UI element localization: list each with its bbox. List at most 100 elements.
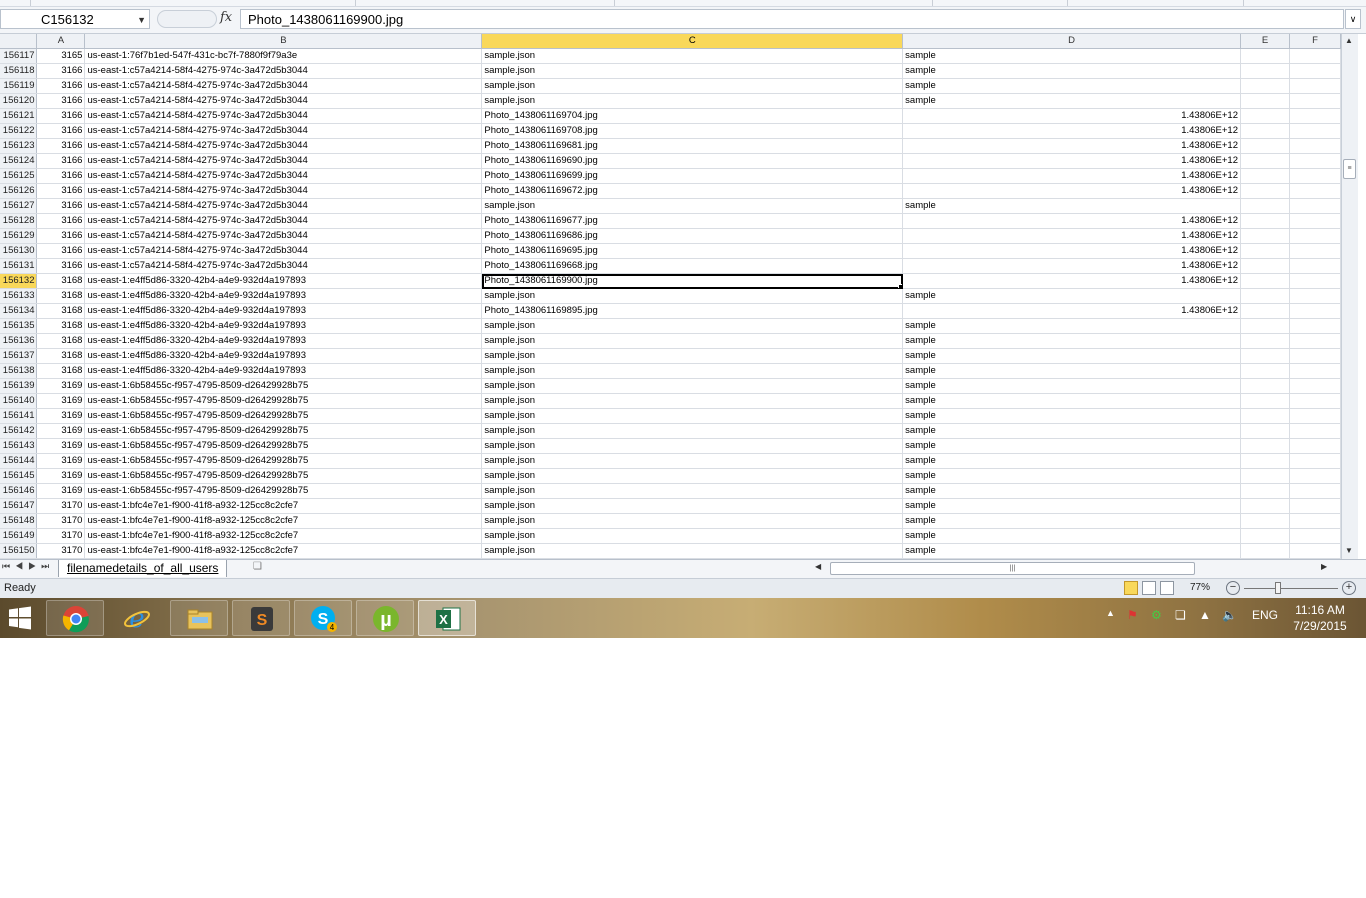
cell-c[interactable]: sample.json xyxy=(481,363,904,379)
cell-d[interactable]: sample xyxy=(902,528,1241,544)
cell-c[interactable]: Photo_1438061169677.jpg xyxy=(481,213,904,229)
cell-f[interactable] xyxy=(1289,198,1341,214)
cell-f[interactable] xyxy=(1289,258,1341,274)
column-header-c[interactable]: C xyxy=(481,34,904,49)
scroll-right-icon[interactable]: ▶ xyxy=(1321,562,1327,571)
cell-d[interactable]: sample xyxy=(902,93,1241,109)
cell-e[interactable] xyxy=(1240,48,1290,64)
row-header[interactable]: 156150 xyxy=(0,543,38,559)
cell-e[interactable] xyxy=(1240,423,1290,439)
row-header[interactable]: 156134 xyxy=(0,303,38,319)
cell-a[interactable]: 3170 xyxy=(36,513,86,529)
cell-a[interactable]: 3166 xyxy=(36,78,86,94)
cell-f[interactable] xyxy=(1289,363,1341,379)
fill-handle[interactable] xyxy=(898,284,902,288)
cell-b[interactable]: us-east-1:6b58455c-f957-4795-8509-d26429… xyxy=(84,423,483,439)
scroll-up-icon[interactable]: ▲ xyxy=(1345,36,1353,45)
cell-a[interactable]: 3166 xyxy=(36,198,86,214)
cell-d[interactable]: 1.43806E+12 xyxy=(902,213,1241,229)
cell-d[interactable]: 1.43806E+12 xyxy=(902,153,1241,169)
cell-b[interactable]: us-east-1:e4ff5d86-3320-42b4-a4e9-932d4a… xyxy=(84,303,483,319)
taskbar-utorrent[interactable]: µ xyxy=(356,600,414,636)
cell-c[interactable]: sample.json xyxy=(481,93,904,109)
cell-a[interactable]: 3168 xyxy=(36,303,86,319)
cell-c[interactable]: Photo_1438061169686.jpg xyxy=(481,228,904,244)
row-header[interactable]: 156131 xyxy=(0,258,38,274)
cell-c[interactable]: sample.json xyxy=(481,378,904,394)
cell-a[interactable]: 3169 xyxy=(36,468,86,484)
cell-d[interactable]: 1.43806E+12 xyxy=(902,138,1241,154)
cell-e[interactable] xyxy=(1240,468,1290,484)
row-header[interactable]: 156144 xyxy=(0,453,38,469)
cell-f[interactable] xyxy=(1289,423,1341,439)
cell-d[interactable]: sample xyxy=(902,318,1241,334)
cell-d[interactable]: sample xyxy=(902,468,1241,484)
cell-d[interactable]: sample xyxy=(902,198,1241,214)
cell-b[interactable]: us-east-1:6b58455c-f957-4795-8509-d26429… xyxy=(84,453,483,469)
cell-e[interactable] xyxy=(1240,513,1290,529)
cell-b[interactable]: us-east-1:c57a4214-58f4-4275-974c-3a472d… xyxy=(84,78,483,94)
windows-tray-icon[interactable]: ❏ xyxy=(1175,608,1186,622)
cell-d[interactable]: 1.43806E+12 xyxy=(902,258,1241,274)
cell-d[interactable]: 1.43806E+12 xyxy=(902,123,1241,139)
cell-b[interactable]: us-east-1:c57a4214-58f4-4275-974c-3a472d… xyxy=(84,213,483,229)
cell-c[interactable]: Photo_1438061169681.jpg xyxy=(481,138,904,154)
cell-c[interactable]: Photo_1438061169695.jpg xyxy=(481,243,904,259)
sheet-tab[interactable]: filenamedetails_of_all_users xyxy=(58,560,228,577)
vertical-scrollbar[interactable]: ▲ ≡ ▼ xyxy=(1341,34,1358,559)
cell-e[interactable] xyxy=(1240,243,1290,259)
zoom-out-icon[interactable]: − xyxy=(1226,581,1240,595)
row-header[interactable]: 156132 xyxy=(0,273,38,289)
cell-f[interactable] xyxy=(1289,408,1341,424)
row-header[interactable]: 156120 xyxy=(0,93,38,109)
cell-d[interactable]: sample xyxy=(902,393,1241,409)
cell-b[interactable]: us-east-1:c57a4214-58f4-4275-974c-3a472d… xyxy=(84,153,483,169)
cell-e[interactable] xyxy=(1240,198,1290,214)
cell-c[interactable]: sample.json xyxy=(481,333,904,349)
zoom-slider-knob[interactable] xyxy=(1275,582,1281,594)
cell-a[interactable]: 3166 xyxy=(36,108,86,124)
cell-a[interactable]: 3168 xyxy=(36,348,86,364)
cell-a[interactable]: 3165 xyxy=(36,48,86,64)
cell-f[interactable] xyxy=(1289,108,1341,124)
cell-d[interactable]: sample xyxy=(902,363,1241,379)
worksheet-grid[interactable]: ABCDEF 156117 3165 us-east-1:76f7b1ed-547f… xyxy=(0,34,1341,559)
cell-c[interactable]: Photo_1438061169704.jpg xyxy=(481,108,904,124)
cell-b[interactable]: us-east-1:c57a4214-58f4-4275-974c-3a472d… xyxy=(84,123,483,139)
row-header[interactable]: 156128 xyxy=(0,213,38,229)
cell-f[interactable] xyxy=(1289,348,1341,364)
cell-a[interactable]: 3166 xyxy=(36,93,86,109)
cell-d[interactable]: 1.43806E+12 xyxy=(902,243,1241,259)
cell-b[interactable]: us-east-1:bfc4e7e1-f900-41f8-a932-125cc8… xyxy=(84,498,483,514)
cell-c[interactable]: Photo_1438061169672.jpg xyxy=(481,183,904,199)
cell-b[interactable]: us-east-1:6b58455c-f957-4795-8509-d26429… xyxy=(84,378,483,394)
row-header[interactable]: 156123 xyxy=(0,138,38,154)
cell-a[interactable]: 3166 xyxy=(36,63,86,79)
formula-buttons[interactable] xyxy=(157,10,217,28)
volume-icon[interactable]: 🔈 xyxy=(1222,608,1237,622)
chevron-down-icon[interactable]: ▼ xyxy=(137,10,146,30)
cell-c[interactable]: sample.json xyxy=(481,453,904,469)
insert-function-icon[interactable]: fx xyxy=(220,10,232,25)
vertical-scroll-thumb[interactable]: ≡ xyxy=(1343,159,1356,179)
cell-d[interactable]: sample xyxy=(902,288,1241,304)
row-header[interactable]: 156119 xyxy=(0,78,38,94)
cell-b[interactable]: us-east-1:c57a4214-58f4-4275-974c-3a472d… xyxy=(84,138,483,154)
cell-b[interactable]: us-east-1:e4ff5d86-3320-42b4-a4e9-932d4a… xyxy=(84,273,483,289)
cell-e[interactable] xyxy=(1240,183,1290,199)
cell-c[interactable]: sample.json xyxy=(481,528,904,544)
cell-b[interactable]: us-east-1:c57a4214-58f4-4275-974c-3a472d… xyxy=(84,198,483,214)
cell-c[interactable]: sample.json xyxy=(481,48,904,64)
network-sync-icon[interactable]: ⚙ xyxy=(1151,608,1162,622)
cell-a[interactable]: 3168 xyxy=(36,333,86,349)
cell-c[interactable]: sample.json xyxy=(481,78,904,94)
cell-d[interactable]: 1.43806E+12 xyxy=(902,273,1241,289)
insert-sheet-icon[interactable]: ❏ xyxy=(253,561,273,575)
cell-d[interactable]: sample xyxy=(902,78,1241,94)
row-header[interactable]: 156117 xyxy=(0,48,38,64)
scroll-down-icon[interactable]: ▼ xyxy=(1345,546,1353,555)
cell-e[interactable] xyxy=(1240,348,1290,364)
cell-e[interactable] xyxy=(1240,288,1290,304)
cell-b[interactable]: us-east-1:c57a4214-58f4-4275-974c-3a472d… xyxy=(84,93,483,109)
cell-c[interactable]: sample.json xyxy=(481,63,904,79)
